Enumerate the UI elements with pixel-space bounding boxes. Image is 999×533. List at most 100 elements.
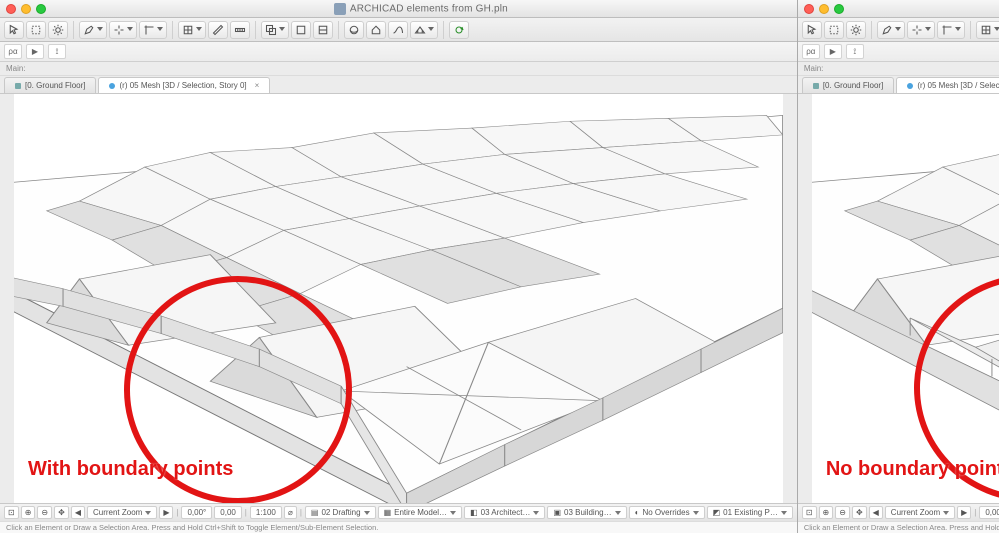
refresh-button[interactable] xyxy=(449,21,469,39)
main-label: Main: xyxy=(0,62,797,76)
sun-tool[interactable] xyxy=(48,21,68,39)
zoom-display[interactable]: Current Zoom xyxy=(87,506,157,519)
grid-dropdown[interactable] xyxy=(976,21,999,39)
hint-bar: Click an Element or Draw a Selection Are… xyxy=(0,521,797,533)
arrow-tool[interactable] xyxy=(802,21,822,39)
window-controls xyxy=(6,4,46,14)
marquee-tool[interactable] xyxy=(26,21,46,39)
left-ruler xyxy=(798,94,812,503)
plan-icon xyxy=(15,83,21,89)
prev-zoom-button[interactable]: ◀ xyxy=(71,506,85,519)
scale-opt-button[interactable]: ⌀ xyxy=(284,506,297,519)
marquee-tool[interactable] xyxy=(824,21,844,39)
ruler-tool[interactable] xyxy=(230,21,250,39)
3d-icon xyxy=(109,83,115,89)
titlebar: ARCHICAD elements from GH.pln xyxy=(798,0,999,18)
layer-combo[interactable]: ▤ 02 Drafting xyxy=(305,506,376,519)
sun-tool[interactable] xyxy=(846,21,866,39)
box-tool-2[interactable] xyxy=(313,21,333,39)
zoom-window-icon[interactable] xyxy=(834,4,844,14)
edit-dropdown[interactable] xyxy=(79,21,107,39)
3d-viewport[interactable]: No boundary points added xyxy=(798,94,999,503)
building-combo[interactable]: ▣ 03 Building… xyxy=(547,506,626,519)
main-toolbar xyxy=(0,18,797,42)
window-controls xyxy=(804,4,844,14)
zoom-display[interactable]: Current Zoom xyxy=(885,506,955,519)
hint-bar: Click an Element or Draw a Selection Are… xyxy=(798,521,999,533)
tab-3d-mesh[interactable]: (r) 05 Mesh [3D / Selection, Story 0]× xyxy=(98,77,270,93)
close-tab-icon[interactable]: × xyxy=(255,81,260,90)
close-window-icon[interactable] xyxy=(804,4,814,14)
tab-ground-floor[interactable]: [0. Ground Floor] xyxy=(4,77,96,93)
chevron-down-icon xyxy=(428,27,434,33)
zoom-in-button[interactable]: ⊕ xyxy=(819,506,834,519)
angle-display[interactable]: 0,00° xyxy=(979,506,999,519)
guide-dropdown[interactable] xyxy=(937,21,965,39)
tab-bar: [0. Ground Floor] (r) 05 Mesh [3D / Sele… xyxy=(798,76,999,94)
chevron-down-icon xyxy=(925,27,931,33)
play-button[interactable]: ▶ xyxy=(26,44,44,59)
tab-bar: [0. Ground Floor] (r) 05 Mesh [3D / Sele… xyxy=(0,76,797,94)
left-ruler xyxy=(0,94,14,503)
tab-ground-floor[interactable]: [0. Ground Floor] xyxy=(802,77,894,93)
measure-tool[interactable] xyxy=(208,21,228,39)
prev-zoom-button[interactable]: ◀ xyxy=(869,506,883,519)
zoom-out-button[interactable]: ⊖ xyxy=(835,506,850,519)
pan-button[interactable]: ✥ xyxy=(852,506,867,519)
box-tool-1[interactable] xyxy=(291,21,311,39)
angle-display[interactable]: 0,00° xyxy=(181,506,212,519)
home-view[interactable] xyxy=(366,21,386,39)
chevron-down-icon xyxy=(196,27,202,33)
right-ruler xyxy=(783,94,797,503)
main-toolbar xyxy=(798,18,999,42)
chevron-down-icon xyxy=(97,27,103,33)
next-zoom-button[interactable]: ▶ xyxy=(957,506,971,519)
trace-dropdown[interactable] xyxy=(261,21,289,39)
chevron-down-icon xyxy=(364,511,370,515)
curve-tool[interactable] xyxy=(388,21,408,39)
pan-button[interactable]: ✥ xyxy=(54,506,69,519)
edit-dropdown[interactable] xyxy=(877,21,905,39)
existing-combo[interactable]: ◩ 01 Existing P… xyxy=(707,506,793,519)
zoom-in-button[interactable]: ⊕ xyxy=(21,506,36,519)
zoom-out-button[interactable]: ⊖ xyxy=(37,506,52,519)
ruler-small-button[interactable]: ⟟ xyxy=(48,44,66,59)
window-title: ARCHICAD elements from GH.pln xyxy=(849,3,999,15)
plan-icon xyxy=(813,83,819,89)
ruler-small-button[interactable]: ⟟ xyxy=(846,44,864,59)
minimize-window-icon[interactable] xyxy=(21,4,31,14)
orbit-tool[interactable] xyxy=(344,21,364,39)
window-title: ARCHICAD elements from GH.pln xyxy=(51,3,791,15)
zoom-ext-button[interactable]: ⊡ xyxy=(802,506,817,519)
play-button[interactable]: ▶ xyxy=(824,44,842,59)
next-zoom-button[interactable]: ▶ xyxy=(159,506,173,519)
3d-viewport[interactable]: With boundary points xyxy=(0,94,797,503)
3d-icon xyxy=(907,83,913,89)
rho-button[interactable]: ρα xyxy=(802,44,820,59)
snap-dropdown[interactable] xyxy=(109,21,137,39)
grid-dropdown[interactable] xyxy=(178,21,206,39)
overrides-combo[interactable]: ◐ No Overrides xyxy=(629,506,705,519)
window-left: ARCHICAD elements from GH.pln xyxy=(0,0,798,533)
chevron-down-icon xyxy=(895,27,901,33)
rho-button[interactable]: ρα xyxy=(4,44,22,59)
close-window-icon[interactable] xyxy=(6,4,16,14)
snap-dropdown[interactable] xyxy=(907,21,935,39)
minimize-window-icon[interactable] xyxy=(819,4,829,14)
status-bar: ⊡ ⊕ ⊖ ✥ ◀ Current Zoom ▶ | 0,00° 0,00 | … xyxy=(798,503,999,521)
document-icon xyxy=(334,3,346,15)
zoom-window-icon[interactable] xyxy=(36,4,46,14)
arrow-tool[interactable] xyxy=(4,21,24,39)
tab-3d-mesh[interactable]: (r) 05 Mesh [3D / Selection, Story 0]× xyxy=(896,77,999,93)
model-view-combo[interactable]: ▦ Entire Model… xyxy=(378,506,462,519)
scale-display[interactable]: 1:100 xyxy=(250,506,282,519)
value-display[interactable]: 0,00 xyxy=(214,506,242,519)
chevron-down-icon xyxy=(127,27,133,33)
perspective-dropdown[interactable] xyxy=(410,21,438,39)
chevron-down-icon xyxy=(157,27,163,33)
chevron-down-icon xyxy=(279,27,285,33)
architect-combo[interactable]: ◧ 03 Architect… xyxy=(464,506,545,519)
zoom-ext-button[interactable]: ⊡ xyxy=(4,506,19,519)
chevron-down-icon xyxy=(781,511,787,515)
guide-dropdown[interactable] xyxy=(139,21,167,39)
